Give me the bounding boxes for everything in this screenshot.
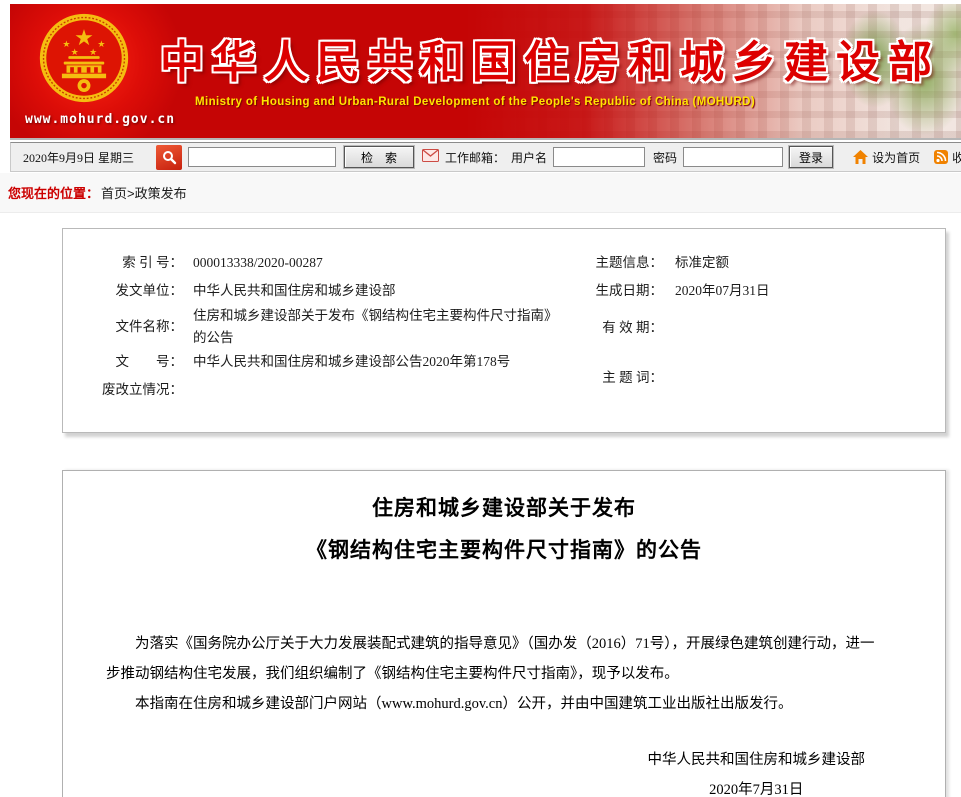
svg-text:★: ★	[62, 39, 70, 49]
info-row-index-number: 索 引 号： 000013338/2020-00287	[63, 249, 568, 277]
info-row-subject-words: 主 题 词：	[568, 364, 938, 392]
svg-text:★: ★	[71, 47, 79, 57]
set-home-link[interactable]: 设为首页	[853, 149, 920, 166]
password-input[interactable]	[683, 147, 783, 167]
field-label: 主题信息：	[568, 252, 663, 274]
info-row-topic-info: 主题信息： 标准定额	[568, 249, 938, 277]
info-left-column: 索 引 号： 000013338/2020-00287 发文单位： 中华人民共和…	[63, 249, 568, 404]
site-title: 中华人民共和国住房和城乡建设部	[160, 26, 940, 90]
field-label: 生成日期：	[568, 280, 663, 302]
username-label: 用户名	[511, 149, 547, 166]
mail-label: 工作邮箱：	[445, 149, 505, 166]
set-home-label: 设为首页	[872, 149, 920, 166]
favorite-link[interactable]: 收藏	[934, 149, 961, 166]
field-value: 标准定额	[675, 252, 729, 274]
signature-organization: 中华人民共和国住房和城乡建设部	[648, 745, 866, 775]
breadcrumb-prefix: 您现在的位置：	[8, 183, 99, 202]
search-icon[interactable]	[156, 145, 182, 170]
signature-date: 2020年7月31日	[648, 775, 866, 797]
site-subtitle: Ministry of Housing and Urban-Rural Deve…	[195, 96, 755, 108]
info-row-issuing-unit: 发文单位： 中华人民共和国住房和城乡建设部	[63, 277, 568, 305]
article-paragraph: 本指南在住房和城乡建设部门户网站（www.mohurd.gov.cn）公开，并由…	[106, 689, 880, 719]
login-button[interactable]: 登录	[789, 146, 833, 168]
page: ★ ★ ★ ★ ★ www.mohurd.gov.cn 中华人民共和国住房和城乡…	[0, 0, 961, 797]
article-title: 住房和城乡建设部关于发布 《钢结构住宅主要构件尺寸指南》的公告	[63, 487, 945, 571]
field-value: 000013338/2020-00287	[193, 252, 323, 274]
breadcrumb-path[interactable]: 首页>政策发布	[101, 183, 187, 202]
toolbar: 2020年9月9日 星期三 检 索 工作邮箱： 用户名 密码 登录 设为首页	[10, 142, 961, 172]
national-emblem-icon: ★ ★ ★ ★ ★	[38, 12, 130, 104]
field-label: 发文单位：	[63, 280, 183, 302]
username-input[interactable]	[553, 147, 645, 167]
breadcrumb: 您现在的位置： 首页>政策发布	[0, 173, 961, 213]
home-icon	[853, 150, 868, 164]
field-label: 文 号：	[63, 351, 183, 373]
field-value: 中华人民共和国住房和城乡建设部公告2020年第178号	[193, 351, 510, 373]
site-header: ★ ★ ★ ★ ★ www.mohurd.gov.cn 中华人民共和国住房和城乡…	[10, 4, 961, 140]
document-info-box: 索 引 号： 000013338/2020-00287 发文单位： 中华人民共和…	[62, 228, 946, 433]
search-button[interactable]: 检 索	[344, 146, 414, 168]
info-row-generated-date: 生成日期： 2020年07月31日	[568, 277, 938, 305]
field-value: 2020年07月31日	[675, 280, 770, 302]
field-value: 住房和城乡建设部关于发布《钢结构住宅主要构件尺寸指南》的公告	[193, 305, 553, 348]
article-signature: 中华人民共和国住房和城乡建设部 2020年7月31日	[648, 745, 866, 797]
article-body: 为落实《国务院办公厅关于大力发展装配式建筑的指导意见》（国办发（2016）71号…	[63, 629, 945, 719]
info-row-valid-period: 有 效 期：	[568, 314, 938, 342]
info-right-column: 主题信息： 标准定额 生成日期： 2020年07月31日 有 效 期： 主 题 …	[568, 249, 938, 404]
article-title-line1: 住房和城乡建设部关于发布	[63, 487, 945, 529]
rss-icon	[934, 150, 948, 164]
field-label: 有 效 期：	[568, 317, 663, 339]
article-paragraph: 为落实《国务院办公厅关于大力发展装配式建筑的指导意见》（国办发（2016）71号…	[106, 629, 880, 689]
site-url: www.mohurd.gov.cn	[25, 112, 175, 127]
article-title-line2: 《钢结构住宅主要构件尺寸指南》的公告	[63, 529, 945, 571]
favorite-label: 收藏	[952, 149, 961, 166]
search-input[interactable]	[188, 147, 336, 167]
current-date: 2020年9月9日 星期三	[23, 149, 134, 166]
password-label: 密码	[653, 149, 677, 166]
field-label: 废改立情况：	[63, 379, 183, 401]
field-value: 中华人民共和国住房和城乡建设部	[193, 280, 396, 302]
article-box: 住房和城乡建设部关于发布 《钢结构住宅主要构件尺寸指南》的公告 为落实《国务院办…	[62, 470, 946, 797]
svg-text:★: ★	[97, 39, 105, 49]
info-row-document-name: 文件名称： 住房和城乡建设部关于发布《钢结构住宅主要构件尺寸指南》的公告	[63, 305, 568, 348]
info-row-repeal-status: 废改立情况：	[63, 376, 568, 404]
field-label: 索 引 号：	[63, 252, 183, 274]
mail-icon	[422, 149, 439, 166]
info-row-document-number: 文 号： 中华人民共和国住房和城乡建设部公告2020年第178号	[63, 348, 568, 376]
field-label: 主 题 词：	[568, 367, 663, 389]
svg-text:★: ★	[89, 47, 97, 57]
field-label: 文件名称：	[63, 316, 183, 338]
